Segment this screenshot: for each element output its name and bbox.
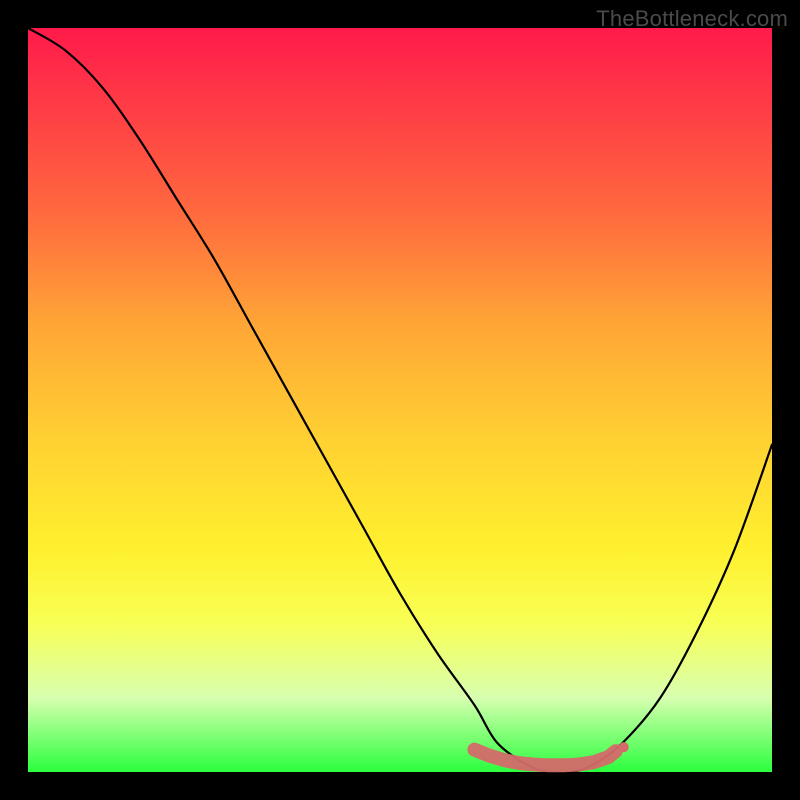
highlight-end-dot <box>619 742 629 752</box>
curve-layer <box>28 28 772 772</box>
highlight-band <box>474 750 615 766</box>
highlighted-range <box>474 742 628 765</box>
bottleneck-curve <box>28 28 772 773</box>
chart-frame: TheBottleneck.com <box>0 0 800 800</box>
plot-area <box>28 28 772 772</box>
watermark-text: TheBottleneck.com <box>596 6 788 32</box>
